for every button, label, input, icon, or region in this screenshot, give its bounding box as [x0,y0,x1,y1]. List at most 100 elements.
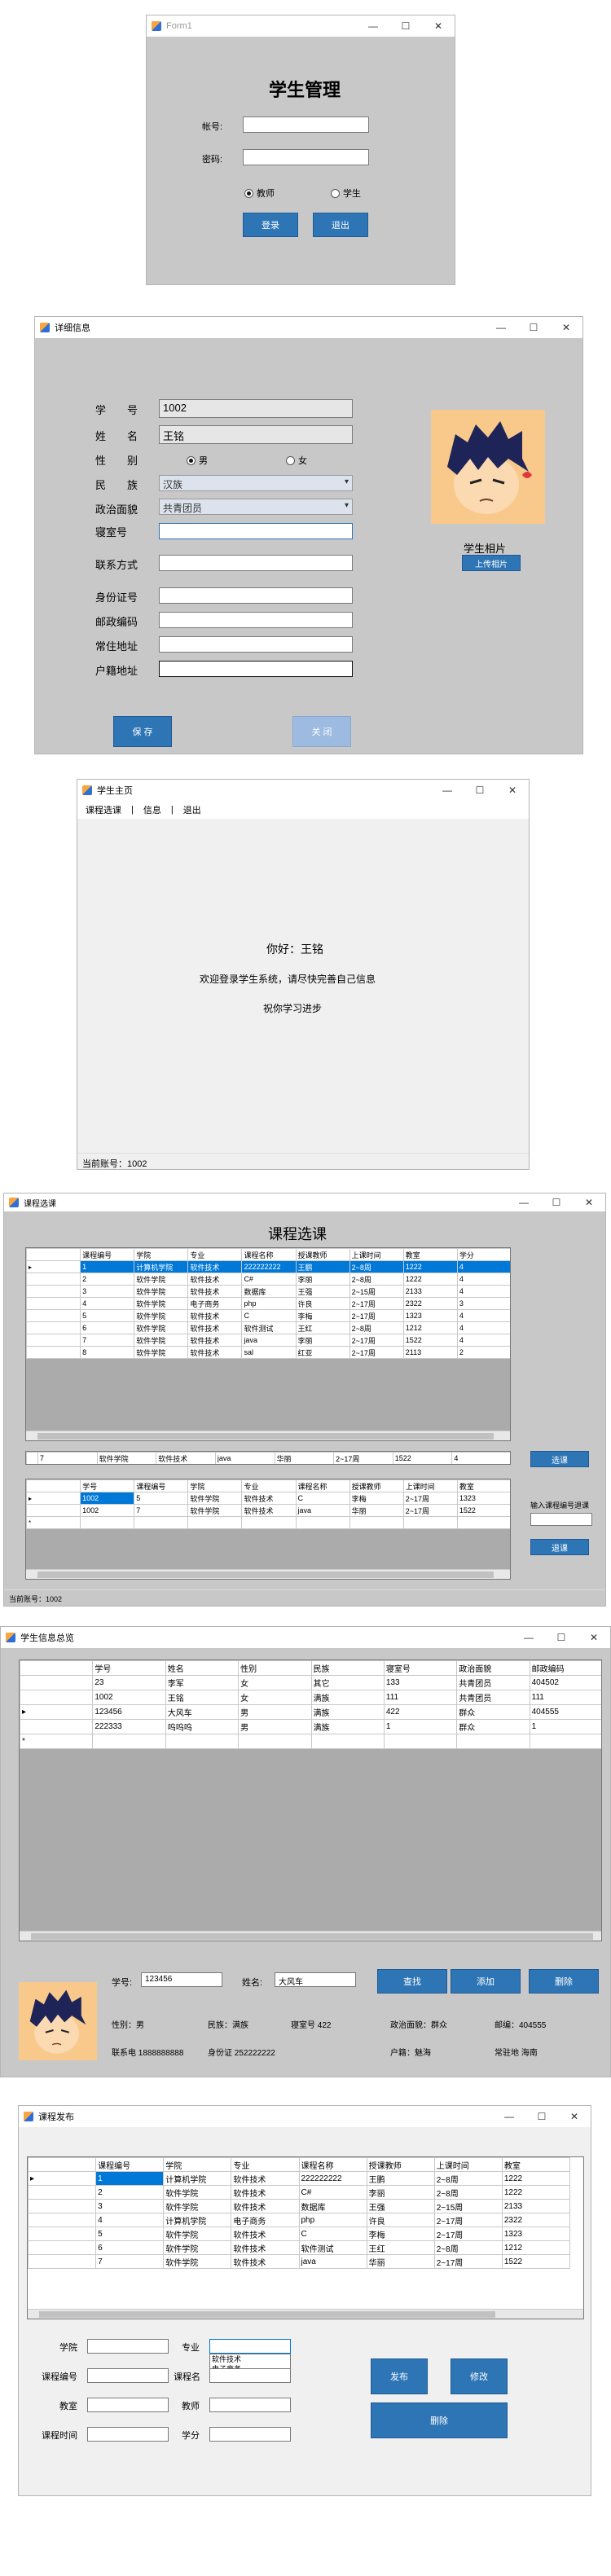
table-row[interactable]: 5 软件学院 软件技术 C 李梅 2~17周 1323 [28,2227,571,2241]
id-field[interactable]: 1002 [159,399,353,418]
table-cell[interactable] [92,1734,166,1749]
table-cell[interactable]: 软件技术 [187,1346,243,1359]
new-row[interactable]: * [20,1734,601,1749]
table-cell[interactable]: 4 [456,1273,510,1286]
row-header[interactable] [20,1719,94,1734]
table-cell[interactable]: php [298,2213,367,2227]
column-header[interactable]: 邮政编码 [529,1660,601,1676]
dorm-input[interactable] [159,523,353,539]
table-cell[interactable]: 111 [529,1690,601,1705]
column-header[interactable]: 专业 [241,1479,297,1492]
table-cell[interactable]: 422 [383,1704,458,1720]
table-cell[interactable]: 4 [456,1334,510,1347]
row-header[interactable] [28,2240,97,2255]
table-cell[interactable]: 222222222 [298,2171,367,2186]
column-header[interactable]: 授课教师 [349,1479,404,1492]
table-cell[interactable]: C# [241,1273,297,1286]
column-header[interactable]: 教室 [402,1248,458,1261]
table-cell[interactable]: 2133 [402,1285,458,1298]
household-input[interactable] [159,661,353,677]
menu-course-select[interactable]: 课程选课 [86,803,121,816]
table-cell[interactable]: 222333 [92,1719,166,1734]
table-cell[interactable]: 1002 [80,1492,135,1505]
column-header[interactable]: 授课教师 [366,2157,435,2172]
table-cell[interactable]: 6 [80,1321,135,1334]
course-id-input[interactable] [87,2368,169,2383]
table-cell[interactable]: 1222 [501,2185,571,2200]
table-cell[interactable]: 软件技术 [187,1260,243,1273]
table-cell[interactable]: 软件测试 [298,2240,367,2255]
table-row[interactable]: ▸ 1 计算机学院 软件技术 222222222 王鹏 2~8周 1222 [28,2171,571,2186]
table-cell[interactable]: 3 [95,2199,165,2213]
table-cell[interactable]: 李丽 [366,2185,435,2200]
table-cell[interactable]: 满族 [310,1690,385,1705]
table-cell[interactable]: 计算机学院 [134,1260,189,1273]
table-row[interactable]: 5 软件学院 软件技术 C 李梅 2~17周 1323 4 [26,1309,510,1322]
table-cell[interactable]: 1323 [402,1309,458,1322]
my-course-grid[interactable]: 学号 课程编号 学院 专业 课程名称 授课教师 上课时间 教室 ▸ 1002 5 软件学院 软件技术 C 李… [25,1479,511,1580]
scroll-thumb[interactable] [31,1933,593,1940]
table-cell[interactable]: 5 [95,2227,165,2241]
table-cell[interactable]: 男 [238,1719,312,1734]
table-cell[interactable]: 4 [456,1260,510,1273]
table-cell[interactable]: java [241,1334,297,1347]
table-cell[interactable]: 电子商务 [231,2213,300,2227]
table-cell[interactable]: 软件技术 [187,1273,243,1286]
postal-input[interactable] [159,612,353,628]
table-cell[interactable]: 许良 [295,1297,350,1310]
contact-input[interactable] [159,555,353,571]
drop-course-input[interactable] [530,1513,592,1526]
column-header[interactable]: 学院 [187,1479,243,1492]
table-cell[interactable]: 2~17周 [402,1504,458,1517]
table-cell[interactable]: C [298,2227,367,2241]
table-cell[interactable]: 1222 [402,1273,458,1286]
course-name-input[interactable] [209,2368,291,2383]
summary-id-input[interactable]: 123456 [141,1972,222,1987]
table-cell[interactable]: 4 [95,2213,165,2227]
table-row[interactable]: 6 软件学院 软件技术 软件测试 王红 2~8周 1212 4 [26,1321,510,1334]
row-header[interactable]: ▸ [26,1492,81,1505]
table-cell[interactable]: 2113 [402,1346,458,1359]
scroll-thumb[interactable] [37,1433,494,1440]
teacher-radio[interactable]: 教师 [244,187,275,200]
table-cell[interactable]: 4 [451,1452,510,1464]
column-header[interactable]: 学号 [92,1660,166,1676]
row-header[interactable] [26,1321,81,1334]
table-cell[interactable]: 4 [80,1297,135,1310]
table-cell[interactable]: 华丽 [349,1504,404,1517]
student-radio[interactable]: 学生 [331,187,361,200]
table-cell[interactable]: 软件学院 [96,1452,157,1464]
table-row[interactable]: 1002 王铭女满族 111 共青团员 111 [20,1690,601,1705]
close-button[interactable]: ✕ [578,1627,610,1648]
table-cell[interactable]: 1 [95,2171,165,2186]
table-cell[interactable]: 红亚 [295,1346,350,1359]
table-cell[interactable]: 1002 [80,1504,135,1517]
table-cell[interactable]: 王强 [366,2199,435,2213]
table-cell[interactable]: 1 [529,1719,601,1734]
table-cell[interactable]: 2~17周 [402,1492,458,1505]
menu-exit[interactable]: 退出 [183,803,201,816]
table-cell[interactable] [383,1734,458,1749]
column-header[interactable]: 课程编号 [134,1479,189,1492]
table-cell[interactable]: 李军 [165,1675,240,1690]
table-cell[interactable]: 2~17周 [349,1297,404,1310]
table-cell[interactable]: 2~17周 [433,2254,503,2269]
table-cell[interactable]: 2~15周 [433,2199,503,2213]
table-cell[interactable]: 2 [80,1273,135,1286]
college-select[interactable] [87,2339,169,2354]
table-cell[interactable]: 王铭 [165,1690,240,1705]
table-cell[interactable]: 软件学院 [163,2254,232,2269]
minimize-button[interactable]: — [512,1627,545,1648]
table-cell[interactable]: 软件学院 [134,1273,189,1286]
row-header[interactable] [28,2227,97,2241]
row-header[interactable]: ▸ [20,1704,94,1720]
table-cell[interactable]: 华丽 [366,2254,435,2269]
table-cell[interactable] [238,1734,312,1749]
column-header[interactable]: 学院 [134,1248,189,1261]
exit-button[interactable]: 退出 [313,213,368,237]
table-row[interactable]: ▸ 1002 5 软件学院 软件技术 C 李梅 2~17周 1323 [26,1492,510,1505]
publish-grid-hscroll[interactable] [28,2309,583,2319]
table-cell[interactable]: 1522 [456,1504,510,1517]
minimize-button[interactable]: — [508,1193,540,1211]
table-cell[interactable]: 1522 [501,2254,571,2269]
